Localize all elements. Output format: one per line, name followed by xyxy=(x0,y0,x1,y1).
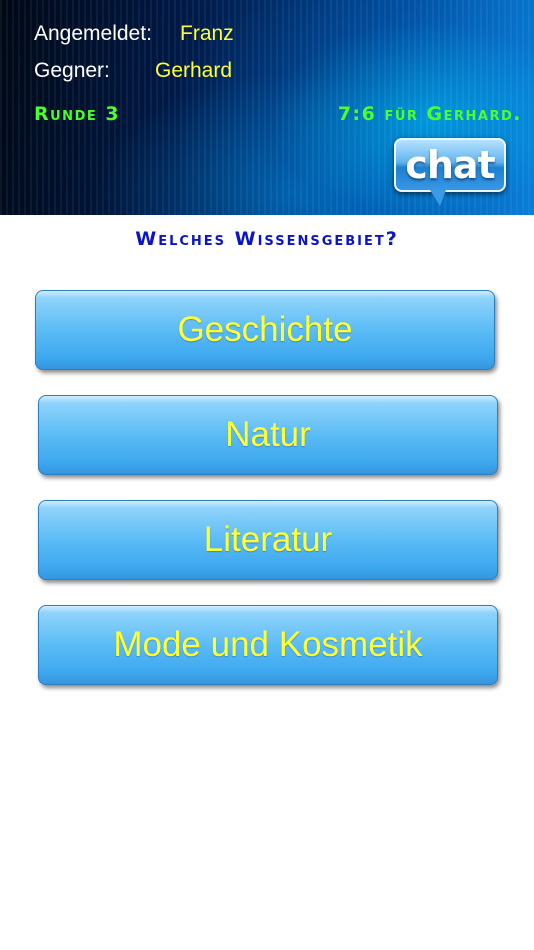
category-question: Welches Wissensgebiet? xyxy=(135,228,399,250)
score-status: 7:6 für Gerhard. xyxy=(337,103,522,125)
opponent-label: Gegner: xyxy=(34,59,110,82)
header-banner: Angemeldet: Franz Gegner: Gerhard Runde … xyxy=(0,0,534,215)
opponent-row: Gegner: Gerhard xyxy=(34,59,232,83)
category-button-natur[interactable]: Natur xyxy=(38,395,498,475)
category-button-literatur[interactable]: Literatur xyxy=(38,500,498,580)
logged-in-row: Angemeldet: Franz xyxy=(34,22,234,46)
category-button-geschichte[interactable]: Geschichte xyxy=(35,290,495,370)
opponent-name: Gerhard xyxy=(155,59,233,82)
category-button-mode-und-kosmetik[interactable]: Mode und Kosmetik xyxy=(38,605,498,685)
chat-button[interactable]: chat xyxy=(394,138,506,206)
logged-in-name: Franz xyxy=(180,22,234,45)
chat-button-label: chat xyxy=(405,143,495,187)
round-indicator: Runde 3 xyxy=(34,103,121,125)
logged-in-label: Angemeldet: xyxy=(34,22,152,45)
